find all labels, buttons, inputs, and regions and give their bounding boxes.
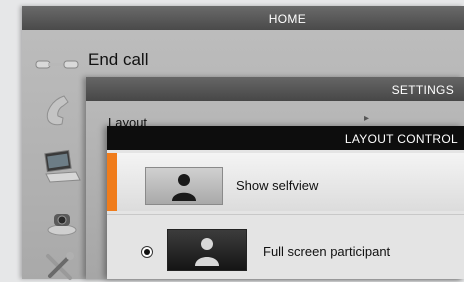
layout-control-header: LAYOUT CONTROL [107, 126, 464, 150]
end-call-item[interactable]: End call [22, 46, 464, 80]
end-call-label: End call [88, 50, 149, 69]
radio-button[interactable] [141, 246, 153, 258]
chevron-right-icon: ▸ [363, 113, 369, 124]
show-selfview-label: Show selfview [236, 178, 319, 193]
full-screen-participant-label: Full screen participant [263, 244, 391, 259]
tools-icon[interactable] [42, 252, 78, 282]
laptop-icon[interactable] [42, 148, 82, 184]
radio-selected-dot [144, 249, 150, 255]
settings-title: SETTINGS [391, 83, 454, 97]
show-selfview-option[interactable]: Show selfview [107, 153, 464, 211]
layout-control-title: LAYOUT CONTROL [344, 132, 458, 146]
selection-accent-bar [107, 153, 117, 211]
person-icon [172, 174, 196, 201]
home-title: HOME [268, 12, 306, 26]
layout-control-panel: LAYOUT CONTROL Show selfview Full screen… [107, 126, 464, 279]
home-header: HOME [22, 6, 464, 30]
selfview-thumbnail [145, 167, 223, 205]
settings-header: SETTINGS [86, 77, 464, 101]
full-screen-participant-option[interactable]: Full screen participant [107, 215, 464, 279]
person-icon [195, 238, 219, 266]
phone-icon[interactable] [42, 92, 76, 128]
end-call-icon [35, 60, 79, 69]
full-screen-thumbnail [167, 229, 247, 271]
webcam-icon[interactable] [44, 204, 82, 238]
